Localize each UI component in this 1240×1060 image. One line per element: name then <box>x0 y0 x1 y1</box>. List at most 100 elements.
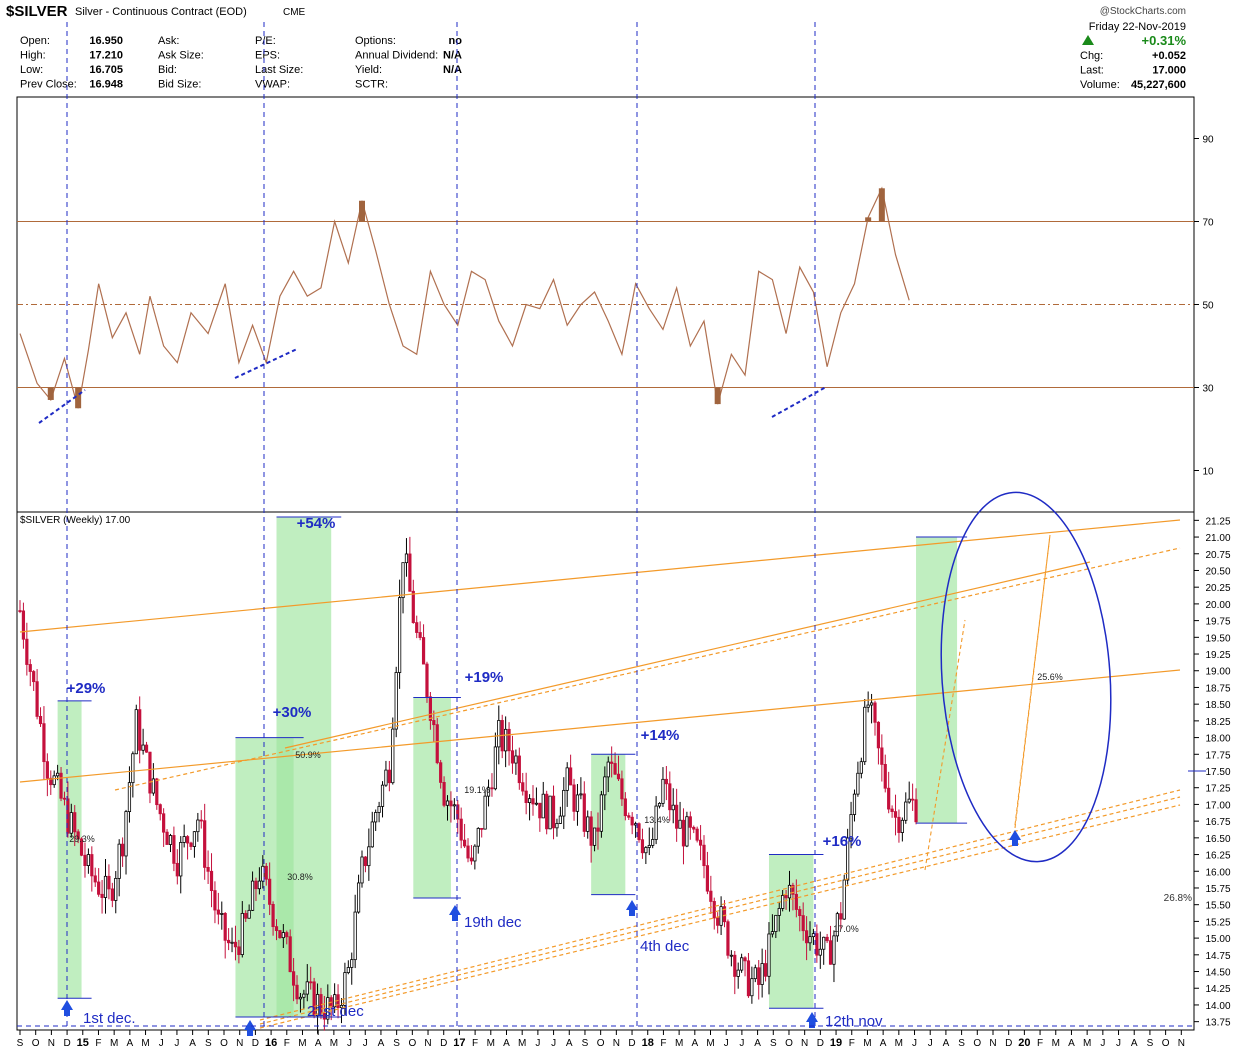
stat-value: 45,227,600 <box>1131 79 1186 91</box>
price-tick-label: 21.00 <box>1205 533 1230 544</box>
price-bar-body <box>698 839 703 846</box>
x-tick-label: D <box>1005 1038 1012 1049</box>
price-bar-body <box>890 808 894 813</box>
price-bar-body <box>541 793 545 819</box>
x-tick-label: J <box>159 1038 164 1049</box>
price-bar-body <box>97 881 101 895</box>
date-marker-label: 1st dec. <box>83 1010 136 1027</box>
x-tick-label: J <box>535 1038 540 1049</box>
x-tick-label: M <box>895 1038 903 1049</box>
price-bar-body <box>904 801 908 821</box>
price-bar-body <box>288 936 292 973</box>
price-tick-label: 16.50 <box>1205 834 1230 845</box>
price-bar-body <box>182 836 186 843</box>
price-bar-body <box>784 895 788 899</box>
price-bar-body <box>452 804 456 807</box>
price-bar-body <box>59 772 63 799</box>
rsi-tick-label: 70 <box>1202 218 1214 229</box>
x-tick-label: F <box>472 1038 478 1049</box>
price-bar-body <box>155 778 159 806</box>
x-tick-label: M <box>330 1038 338 1049</box>
price-bar-body <box>507 728 511 752</box>
x-tick-label: J <box>739 1038 744 1049</box>
price-bar-body <box>657 802 662 807</box>
oversold-fill <box>47 387 54 400</box>
price-bar-body <box>630 816 634 826</box>
price-bar-body <box>134 709 138 755</box>
price-bar-body <box>281 932 285 939</box>
price-bar-body <box>398 597 402 673</box>
price-bar-body <box>777 908 781 916</box>
x-tick-label: J <box>347 1038 352 1049</box>
price-bar-body <box>28 664 32 672</box>
price-bar-body <box>586 816 590 832</box>
overbought-fill <box>865 217 872 222</box>
price-bar-body <box>517 755 521 784</box>
x-tick-label: N <box>801 1038 808 1049</box>
price-bar-body <box>103 875 108 898</box>
quote-date: Friday 22-Nov-2019 <box>1089 21 1186 33</box>
measure-percent: 29.3% <box>69 834 95 844</box>
up-triangle-icon <box>1082 35 1094 45</box>
stat-label: Chg: <box>1080 50 1103 62</box>
stat-label: Yield: <box>355 64 382 76</box>
price-tick-label: 20.00 <box>1205 600 1230 611</box>
price-bar-body <box>839 913 843 920</box>
price-bar-body <box>148 751 152 794</box>
price-bar-body <box>38 716 43 725</box>
series-label: $SILVER (Weekly) 17.00 <box>20 515 131 526</box>
price-bar-body <box>897 816 901 833</box>
price-bar-body <box>114 877 118 901</box>
price-bar-body <box>572 784 576 812</box>
price-bar-body <box>374 812 378 823</box>
stockcharts-silver-chart: $SILVER Silver - Continuous Contract (EO… <box>0 0 1240 1055</box>
price-bar-body <box>278 930 282 939</box>
price-bar-body <box>818 948 822 956</box>
price-tick-label: 18.00 <box>1205 734 1230 745</box>
price-bar-body <box>404 553 409 564</box>
price-bar-body <box>356 882 361 913</box>
stat-label: EPS: <box>255 50 280 62</box>
stat-value: 17.210 <box>89 50 123 62</box>
price-bar-body <box>83 854 87 866</box>
price-bar-body <box>435 724 439 764</box>
price-tick-label: 16.00 <box>1205 867 1230 878</box>
price-bar-body <box>825 936 829 942</box>
price-bar-body <box>411 590 415 623</box>
price-bar-body <box>442 782 446 806</box>
price-bar-body <box>651 839 655 846</box>
price-bar-body <box>555 823 559 829</box>
price-bar-body <box>623 798 627 817</box>
price-tick-label: 15.75 <box>1205 884 1230 895</box>
stat-label: Last Size: <box>255 64 303 76</box>
price-bar-body <box>880 747 884 765</box>
price-bar-body <box>599 794 604 832</box>
price-bar-body <box>384 769 388 786</box>
stat-label: Bid Size: <box>158 79 201 91</box>
price-bar-body <box>527 798 532 804</box>
oversold-fill <box>75 387 82 409</box>
price-bar-body <box>425 663 429 698</box>
rsi-tick-label: 90 <box>1202 135 1214 146</box>
price-bar-body <box>521 782 525 792</box>
price-bar-body <box>387 769 391 784</box>
price-bar-body <box>763 963 768 977</box>
price-tick-label: 14.50 <box>1205 968 1230 979</box>
price-tick-label: 17.00 <box>1205 800 1230 811</box>
price-bar-body <box>432 720 436 726</box>
x-tick-label: D <box>440 1038 447 1049</box>
chart-header: $SILVER Silver - Continuous Contract (EO… <box>6 3 1186 91</box>
gain-label: +14% <box>641 727 680 744</box>
price-bar-body <box>781 895 785 909</box>
price-tick-label: 19.75 <box>1205 617 1230 628</box>
price-bar-body <box>233 941 238 948</box>
x-tick-label: 15 <box>77 1037 89 1049</box>
price-bar-body <box>206 866 210 872</box>
stat-label: Volume: <box>1080 79 1120 91</box>
price-bar-body <box>504 728 508 752</box>
price-bar-body <box>110 888 114 901</box>
stat-label: Open: <box>20 35 50 47</box>
price-bar-body <box>702 844 706 867</box>
price-bar-body <box>907 798 911 803</box>
price-bar-body <box>606 761 610 778</box>
